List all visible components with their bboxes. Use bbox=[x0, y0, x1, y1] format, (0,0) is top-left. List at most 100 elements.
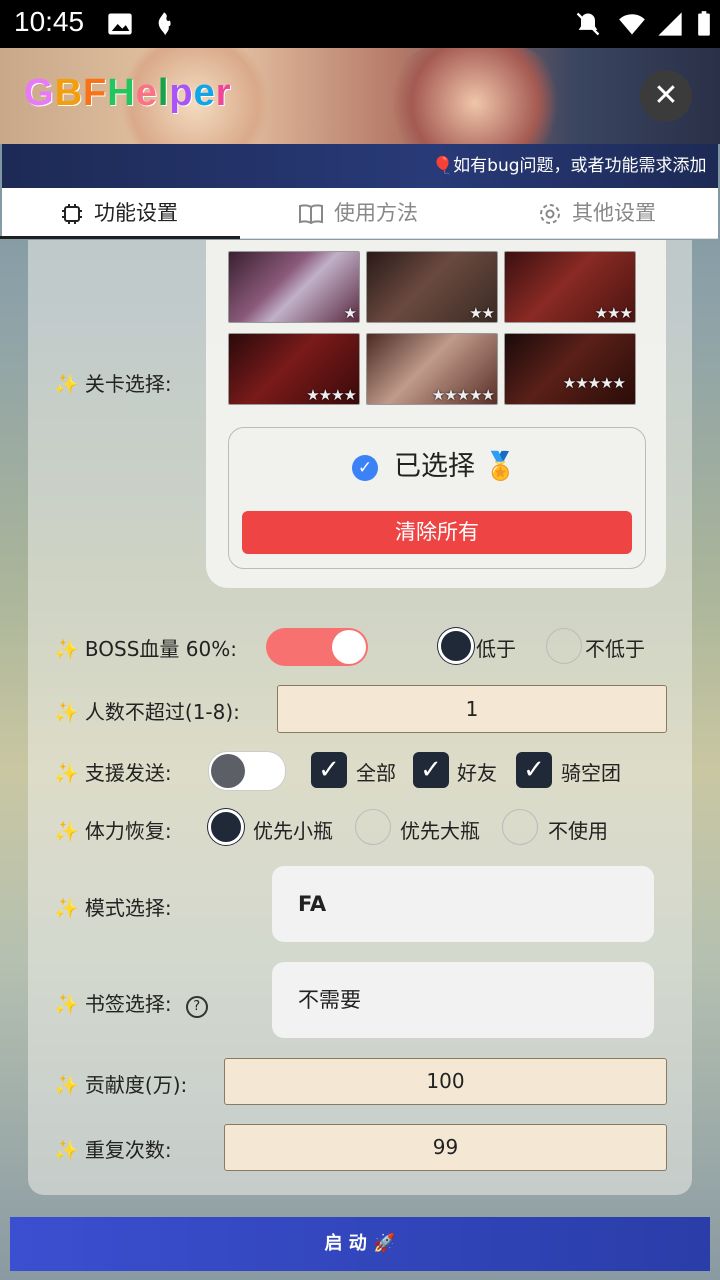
support-friend-label: 好友 bbox=[457, 761, 497, 785]
boss-not-below-radio[interactable] bbox=[546, 628, 582, 664]
mode-select[interactable]: FA bbox=[272, 866, 654, 942]
image-icon bbox=[108, 13, 132, 35]
book-icon bbox=[299, 204, 323, 225]
support-friend-checkbox[interactable]: ✓ bbox=[413, 752, 449, 788]
stage-label: 关卡选择: bbox=[84, 372, 172, 396]
stamina-none-radio[interactable] bbox=[502, 809, 538, 845]
sparkle-icon: ✨ bbox=[54, 1073, 79, 1097]
stage-stars: ★ bbox=[343, 304, 357, 322]
tab-label: 使用方法 bbox=[334, 201, 418, 225]
status-bar: 10:45 bbox=[0, 0, 720, 48]
support-all-checkbox[interactable]: ✓ bbox=[311, 752, 347, 788]
signal-icon bbox=[658, 12, 682, 36]
mode-label: ✨ 模式选择: bbox=[54, 892, 172, 921]
close-button[interactable]: ✕ bbox=[640, 70, 692, 122]
stage-item[interactable]: ★★★ bbox=[504, 251, 636, 323]
support-crew-checkbox[interactable]: ✓ bbox=[516, 752, 552, 788]
battery-icon bbox=[698, 11, 710, 36]
boss-below-label: 低于 bbox=[476, 637, 516, 661]
selected-text: 已选择 bbox=[394, 451, 475, 482]
stage-stars: ★★★★★ bbox=[562, 374, 626, 392]
app-icon bbox=[158, 12, 171, 36]
logo-letter: H bbox=[107, 72, 136, 114]
stage-item[interactable]: ★★★★★ bbox=[366, 333, 498, 405]
boss-label: BOSS血量 60%: bbox=[84, 637, 237, 661]
stage-item[interactable]: ★ bbox=[228, 251, 360, 323]
logo-letter: G bbox=[24, 72, 55, 114]
stage-stars: ★★★ bbox=[594, 304, 633, 322]
logo-letter: B bbox=[54, 72, 84, 114]
support-crew-label: 骑空团 bbox=[561, 761, 621, 785]
repeat-input[interactable]: 99 bbox=[224, 1124, 667, 1171]
stage-stars: ★★ bbox=[469, 304, 495, 322]
sparkle-icon: ✨ bbox=[54, 372, 79, 396]
stage-item[interactable]: ★★★★★ bbox=[504, 333, 636, 405]
sparkle-icon: ✨ bbox=[54, 992, 79, 1016]
sparkle-icon: ✨ bbox=[54, 761, 79, 785]
bookmark-text: 书签选择: bbox=[84, 992, 172, 1016]
boss-hp-label: ✨ BOSS血量 60%: bbox=[54, 633, 237, 662]
status-time: 10:45 bbox=[14, 6, 85, 37]
stamina-label: ✨ 体力恢复: bbox=[54, 815, 172, 844]
header-art bbox=[380, 48, 570, 144]
repeat-label: ✨ 重复次数: bbox=[54, 1134, 172, 1163]
tab-other[interactable]: 其他设置 bbox=[538, 188, 656, 238]
support-all-label: 全部 bbox=[356, 761, 396, 785]
clear-all-button[interactable]: 清除所有 bbox=[242, 511, 632, 554]
tab-features[interactable]: 功能设置 bbox=[60, 188, 178, 238]
help-icon[interactable]: ? bbox=[185, 995, 208, 1018]
players-text: 人数不超过(1-8): bbox=[84, 700, 240, 724]
stamina-large-label: 优先大瓶 bbox=[400, 819, 480, 843]
bookmark-select[interactable]: 不需要 bbox=[272, 962, 654, 1038]
chip-icon bbox=[62, 204, 82, 224]
logo-letter: r bbox=[215, 72, 232, 114]
repeat-text: 重复次数: bbox=[84, 1138, 172, 1162]
stage-item[interactable]: ★★ bbox=[366, 251, 498, 323]
boss-hp-toggle[interactable] bbox=[266, 628, 368, 666]
stage-label-row: ✨ 关卡选择: bbox=[54, 368, 172, 397]
mute-icon bbox=[576, 12, 600, 36]
toggle-knob bbox=[211, 754, 245, 788]
start-button[interactable]: 启 动 🚀 bbox=[10, 1217, 710, 1271]
support-label: ✨ 支援发送: bbox=[54, 757, 172, 786]
sparkle-icon: ✨ bbox=[54, 1138, 79, 1162]
stage-item[interactable]: ★★★★ bbox=[228, 333, 360, 405]
bookmark-label: ✨ 书签选择:? bbox=[54, 988, 208, 1018]
sparkle-icon: ✨ bbox=[54, 637, 79, 661]
tab-label: 功能设置 bbox=[94, 201, 178, 225]
boss-below-radio[interactable] bbox=[438, 628, 474, 664]
logo-letter: e bbox=[193, 72, 216, 114]
stamina-large-radio[interactable] bbox=[355, 809, 391, 845]
players-input[interactable]: 1 bbox=[277, 685, 667, 733]
mode-text: 模式选择: bbox=[84, 896, 172, 920]
sparkle-icon: ✨ bbox=[54, 896, 79, 920]
wifi-icon bbox=[619, 14, 645, 35]
gear-icon bbox=[540, 204, 560, 224]
contribution-text: 贡献度(万): bbox=[84, 1073, 188, 1097]
stamina-none-label: 不使用 bbox=[548, 819, 608, 843]
support-text: 支援发送: bbox=[84, 761, 172, 785]
stamina-small-radio[interactable] bbox=[208, 809, 244, 845]
sparkle-icon: ✨ bbox=[54, 819, 79, 843]
players-label: ✨ 人数不超过(1-8): bbox=[54, 696, 240, 725]
support-toggle[interactable] bbox=[208, 751, 286, 791]
tab-label: 其他设置 bbox=[572, 201, 656, 225]
stamina-small-label: 优先小瓶 bbox=[253, 819, 333, 843]
selected-status: ✓ 已选择 🏅 bbox=[352, 444, 517, 483]
tab-usage[interactable]: 使用方法 bbox=[298, 188, 418, 238]
medal-icon: 🏅 bbox=[483, 451, 518, 482]
app-header: GBFHelper bbox=[0, 48, 720, 144]
check-icon: ✓ bbox=[352, 454, 378, 481]
stage-stars: ★★★★★ bbox=[431, 386, 495, 404]
stamina-text: 体力恢复: bbox=[84, 819, 172, 843]
contribution-input[interactable]: 100 bbox=[224, 1058, 667, 1105]
stage-stars: ★★★★ bbox=[306, 386, 357, 404]
boss-not-below-label: 不低于 bbox=[585, 637, 645, 661]
active-tab-indicator bbox=[0, 236, 240, 239]
logo-letter: F bbox=[83, 72, 108, 114]
contribution-label: ✨ 贡献度(万): bbox=[54, 1069, 187, 1098]
app-logo: GBFHelper bbox=[24, 72, 232, 115]
tab-bar: 功能设置 使用方法 其他设置 bbox=[2, 188, 718, 239]
logo-letter: l bbox=[157, 72, 170, 114]
toggle-knob bbox=[332, 630, 366, 664]
